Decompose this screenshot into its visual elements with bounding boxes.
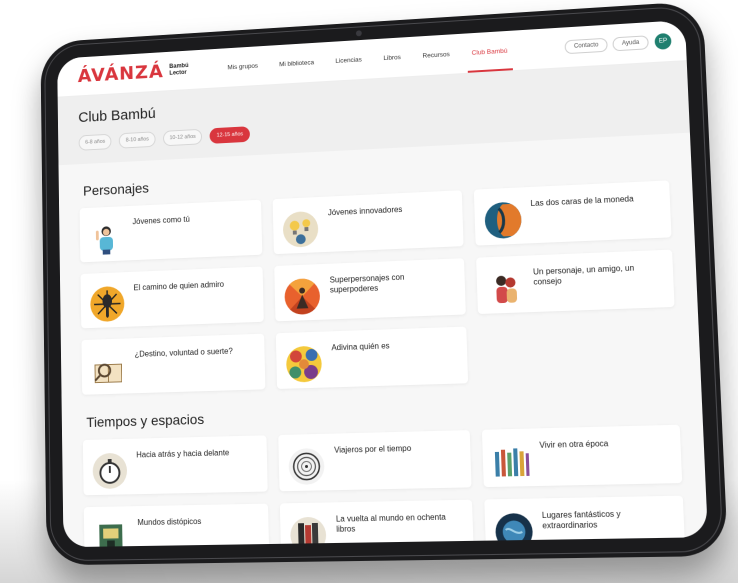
stopwatch-icon [92, 452, 128, 490]
spiral-clock-icon [288, 447, 326, 486]
card-label: Jóvenes como tú [132, 214, 190, 227]
nav-recursos[interactable]: Recursos [411, 34, 461, 76]
section-tiempos-espacios: Tiempos y espacios Hacia atrás y hacia d… [62, 376, 708, 548]
crowd-icon [494, 448, 530, 477]
nav-libros[interactable]: Libros [372, 37, 412, 78]
card-label: ¿Destino, voluntad o suerte? [134, 346, 233, 359]
card-lugares-fantasticos[interactable]: Lugares fantásticos y extraordinarios [483, 495, 686, 548]
tablet-screen: ÁVÁNZÁ Bambú Lector Mis grupos Mi biblio… [57, 19, 708, 548]
card-personaje-amigo[interactable]: Un personaje, un amigo, un consejo [475, 249, 675, 315]
camera-icon [355, 30, 362, 37]
card-adivina-quien[interactable]: Adivina quién es [276, 326, 468, 389]
card-label: Hacia atrás y hacia delante [136, 448, 230, 460]
card-label: Jóvenes innovadores [327, 204, 403, 218]
card-vuelta-mundo[interactable]: La vuelta al mundo en ochenta libros [280, 499, 474, 548]
section-personajes: Personajes Jóvenes como tú Jóvenes innov… [59, 133, 701, 396]
card-label: Un personaje, un amigo, un consejo [532, 263, 635, 287]
card-grid: Hacia atrás y hacia delante Viajeros por… [82, 424, 686, 548]
filter-10-12[interactable]: 10-12 años [162, 128, 203, 147]
avatar[interactable]: EP [654, 32, 672, 50]
nav-club-bambu[interactable]: Club Bambú [460, 30, 519, 73]
filter-6-8[interactable]: 6-8 años [78, 133, 112, 151]
dystopia-icon [99, 524, 123, 548]
card-label: Lugares fantásticos y extraordinarios [541, 509, 621, 531]
card-grid: Jóvenes como tú Jóvenes innovadores Las … [79, 180, 678, 395]
contact-button[interactable]: Contacto [564, 37, 608, 55]
card-label: Adivina quién es [331, 341, 390, 353]
superhero-icon [284, 278, 321, 316]
brand-sub-line-2: Lector [169, 69, 187, 77]
card-label: Mundos distópicos [137, 516, 202, 528]
section-title: Tiempos y espacios [86, 411, 205, 431]
card-label: Vivir en otra época [539, 438, 609, 450]
brand-subtitle: Bambú Lector [169, 63, 188, 78]
card-hacia-atras[interactable]: Hacia atrás y hacia delante [82, 435, 269, 496]
book-magnifier-icon [91, 352, 126, 388]
nav-licencias[interactable]: Licencias [324, 39, 373, 81]
girl-waving-icon [95, 226, 114, 255]
card-label: Las dos caras de la moneda [530, 194, 634, 209]
card-dos-caras[interactable]: Las dos caras de la moneda [473, 180, 672, 246]
nav-mi-biblioteca[interactable]: Mi biblioteca [268, 42, 325, 84]
lightbulbs-icon [282, 210, 319, 248]
nav-mis-grupos[interactable]: Mis grupos [217, 46, 269, 88]
card-jovenes-como-tu[interactable]: Jóvenes como tú [79, 199, 263, 263]
card-label: La vuelta al mundo en ochenta libros [335, 512, 447, 534]
planet-icon [494, 513, 533, 548]
card-viajeros-tiempo[interactable]: Viajeros por el tiempo [278, 430, 472, 492]
card-vivir-otra-epoca[interactable]: Vivir en otra época [481, 424, 683, 488]
brand-logo[interactable]: ÁVÁNZÁ Bambú Lector [78, 59, 189, 87]
stage: ÁVÁNZÁ Bambú Lector Mis grupos Mi biblio… [20, 0, 729, 570]
filter-8-10[interactable]: 8-10 años [119, 131, 156, 149]
card-mundos-distopicos[interactable]: Mundos distópicos [83, 503, 270, 548]
books-globe-icon [290, 516, 327, 548]
card-label: Viajeros por el tiempo [333, 443, 412, 455]
card-label: Superpersonajes con superpoderes [329, 272, 405, 295]
mosaic-faces-icon [286, 345, 323, 383]
card-camino-admiro[interactable]: El camino de quien admiro [80, 266, 265, 329]
card-label: El camino de quien admiro [133, 279, 225, 293]
help-button[interactable]: Ayuda [612, 35, 649, 52]
card-superpersonajes[interactable]: Superpersonajes con superpoderes [274, 258, 466, 322]
tablet-frame: ÁVÁNZÁ Bambú Lector Mis grupos Mi biblio… [40, 0, 729, 566]
card-jovenes-innovadores[interactable]: Jóvenes innovadores [272, 190, 464, 255]
two-faces-icon [483, 201, 522, 240]
filter-12-15[interactable]: 12-15 años [209, 126, 250, 144]
microphone-icon [90, 285, 125, 323]
friends-icon [495, 275, 517, 304]
card-destino-voluntad[interactable]: ¿Destino, voluntad o suerte? [81, 333, 266, 395]
brand-name: ÁVÁNZÁ [77, 60, 164, 87]
